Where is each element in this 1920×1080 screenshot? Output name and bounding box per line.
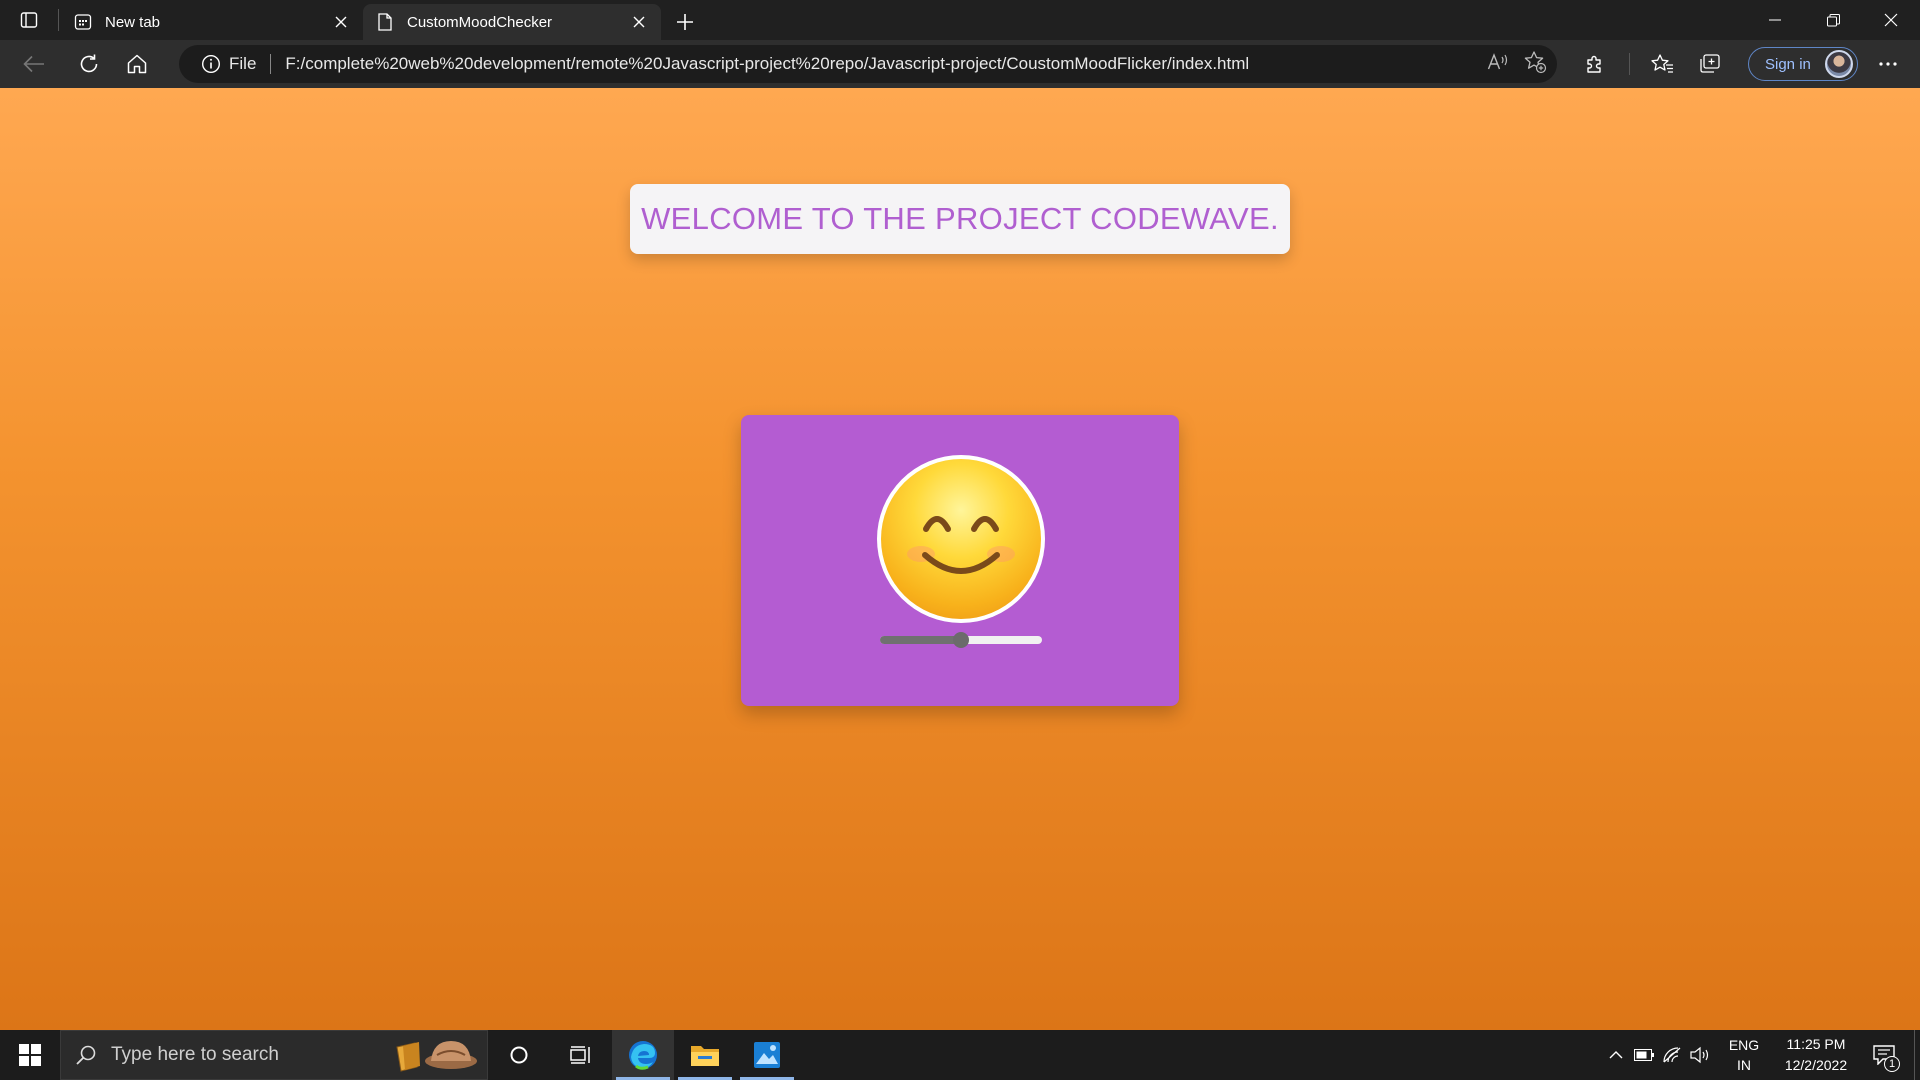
tab-title: New tab xyxy=(105,13,161,31)
tab-custom-mood-checker[interactable]: CustomMoodChecker xyxy=(363,4,661,40)
add-favorite-icon[interactable] xyxy=(1523,50,1547,79)
taskbar-file-explorer[interactable] xyxy=(674,1030,736,1080)
profile-avatar xyxy=(1825,50,1853,78)
tab-title: CustomMoodChecker xyxy=(407,13,553,31)
home-icon xyxy=(127,54,147,74)
taskbar-photos[interactable] xyxy=(736,1030,798,1080)
mood-emoji xyxy=(877,455,1045,623)
system-tray: ENG IN 11:25 PM 12/2/2022 1 xyxy=(1602,1030,1920,1080)
close-tab-icon[interactable] xyxy=(627,10,651,34)
document-icon xyxy=(375,12,395,32)
language-region: IN xyxy=(1737,1057,1751,1073)
mood-slider[interactable] xyxy=(880,632,1042,648)
network-status[interactable] xyxy=(1658,1030,1686,1080)
edge-browser-icon xyxy=(629,1041,657,1070)
welcome-text: WELCOME TO THE PROJECT CODEWAVE. xyxy=(641,201,1279,236)
settings-menu-button[interactable] xyxy=(1868,46,1908,82)
browser-titlebar: New tab CustomMoodChecker xyxy=(0,0,1920,40)
cortana-button[interactable] xyxy=(488,1030,550,1080)
volume-status[interactable] xyxy=(1686,1030,1714,1080)
welcome-heading: WELCOME TO THE PROJECT CODEWAVE. xyxy=(630,184,1290,254)
home-button[interactable] xyxy=(117,46,157,82)
slider-fill xyxy=(880,636,961,644)
battery-icon xyxy=(1634,1049,1654,1061)
clock-time: 11:25 PM xyxy=(1786,1036,1846,1052)
refresh-icon xyxy=(80,54,98,73)
tab-new-tab[interactable]: New tab xyxy=(61,4,363,40)
close-window-button[interactable] xyxy=(1862,0,1920,40)
info-icon xyxy=(201,54,221,74)
window-controls xyxy=(1746,0,1920,40)
collections-icon xyxy=(1700,54,1720,73)
smiling-face-emoji-icon xyxy=(881,459,1041,619)
read-aloud-icon[interactable] xyxy=(1487,52,1509,77)
restore-button[interactable] xyxy=(1804,0,1862,40)
puzzle-icon xyxy=(1587,55,1601,73)
search-icon xyxy=(76,1045,96,1065)
plus-icon xyxy=(677,14,693,30)
show-desktop-button[interactable] xyxy=(1914,1030,1920,1080)
extensions-button[interactable] xyxy=(1575,46,1615,82)
site-info[interactable]: File xyxy=(201,54,272,74)
new-tab-button[interactable] xyxy=(665,4,705,40)
favorites-star-icon xyxy=(1651,54,1673,73)
toolbar-separator xyxy=(1629,53,1630,75)
tab-separator xyxy=(58,9,59,31)
close-icon xyxy=(1884,13,1898,27)
cortana-circle-icon xyxy=(510,1046,528,1064)
folder-icon xyxy=(691,1046,719,1066)
taskbar-search[interactable]: Type here to search xyxy=(60,1030,488,1080)
refresh-button[interactable] xyxy=(69,46,109,82)
taskbar-edge[interactable] xyxy=(612,1030,674,1080)
show-hidden-icons-button[interactable] xyxy=(1602,1030,1630,1080)
speaker-icon xyxy=(1690,1046,1709,1064)
collections-button[interactable] xyxy=(1690,46,1730,82)
back-button[interactable] xyxy=(14,46,54,82)
start-button[interactable] xyxy=(0,1030,60,1080)
close-tab-icon[interactable] xyxy=(329,10,353,34)
slider-thumb[interactable] xyxy=(953,632,969,648)
page-viewport: WELCOME TO THE PROJECT CODEWAVE. xyxy=(0,88,1920,1030)
tab-actions-icon xyxy=(20,12,38,28)
clock-date: 12/2/2022 xyxy=(1784,1057,1848,1073)
back-arrow-icon xyxy=(23,55,44,73)
wifi-icon xyxy=(1663,1047,1681,1063)
address-bar[interactable]: File F:/complete%20web%20development/rem… xyxy=(179,45,1557,83)
restore-icon xyxy=(1826,13,1840,26)
chevron-up-icon xyxy=(1609,1051,1623,1059)
minimize-icon xyxy=(1769,19,1781,21)
windows-taskbar: Type here to search ENG IN 11:25 PM 12/2… xyxy=(0,1030,1920,1080)
input-language[interactable]: ENG IN xyxy=(1720,1035,1768,1075)
minimize-button[interactable] xyxy=(1746,0,1804,40)
search-highlight-icon xyxy=(396,1041,477,1072)
url-text[interactable]: F:/complete%20web%20development/remote%2… xyxy=(285,54,1487,74)
language-code: ENG xyxy=(1728,1037,1760,1053)
taskbar-clock[interactable]: 11:25 PM 12/2/2022 xyxy=(1772,1034,1860,1076)
favorites-button[interactable] xyxy=(1642,46,1682,82)
sign-in-label: Sign in xyxy=(1765,55,1811,73)
task-view-icon xyxy=(570,1046,590,1064)
tab-actions-button[interactable] xyxy=(0,0,58,40)
action-center-button[interactable]: 1 xyxy=(1860,1030,1908,1080)
browser-toolbar: File F:/complete%20web%20development/rem… xyxy=(0,40,1920,88)
sign-in-button[interactable]: Sign in xyxy=(1748,47,1858,81)
new-tab-page-icon xyxy=(73,12,93,32)
windows-logo-icon xyxy=(19,1044,41,1066)
task-view-button[interactable] xyxy=(550,1030,612,1080)
mood-card xyxy=(741,415,1179,706)
photos-app-icon xyxy=(754,1042,780,1068)
scheme-label: File xyxy=(229,54,257,73)
more-options-icon xyxy=(1879,62,1897,66)
notification-count: 1 xyxy=(1884,1056,1900,1072)
search-placeholder: Type here to search xyxy=(111,1044,279,1065)
battery-status[interactable] xyxy=(1630,1030,1658,1080)
toolbar-actions: Sign in xyxy=(1567,46,1908,82)
